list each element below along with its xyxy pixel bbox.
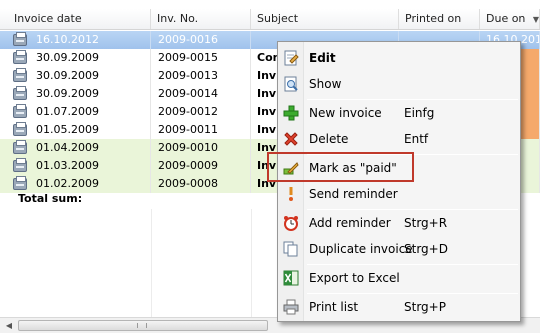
menu-item-delete[interactable]: Delete Entf (280, 127, 518, 151)
column-header-subject[interactable]: Subject (251, 9, 399, 29)
column-divider (151, 209, 152, 317)
column-header-printed-on[interactable]: Printed on (399, 9, 480, 29)
alarm-clock-icon (284, 216, 298, 231)
cell-number: 2009-0008 (151, 175, 251, 193)
menu-shortcut: Entf (404, 132, 429, 146)
menu-label: Print list (309, 300, 359, 314)
menu-separator (307, 209, 518, 210)
menu-label: Duplicate invoice (309, 242, 413, 256)
menu-item-export-excel[interactable]: Export to Excel (280, 266, 518, 290)
plus-icon (283, 105, 299, 121)
cell-date: 01.02.2009 (12, 175, 151, 193)
due-on-label: Due on (486, 12, 526, 25)
menu-label: Delete (309, 132, 349, 146)
duplicate-icon (283, 241, 298, 257)
cell-number: 2009-0016 (151, 31, 251, 49)
edit-icon (284, 50, 299, 66)
menu-separator (307, 99, 518, 100)
cell-date: 01.07.2009 (12, 103, 151, 121)
cell-number: 2009-0015 (151, 49, 251, 67)
cell-date: 01.05.2009 (12, 121, 151, 139)
cell-date: 01.03.2009 (12, 157, 151, 175)
menu-separator (307, 293, 518, 294)
column-header-inv-no[interactable]: Inv. No. (151, 9, 251, 29)
scroll-thumb[interactable] (18, 320, 268, 331)
column-header-due-on[interactable]: Due on ▼ (480, 9, 540, 29)
cell-date: 16.10.2012 (12, 31, 151, 49)
menu-shortcut: Einfg (404, 106, 435, 120)
grid-header: Invoice date Inv. No. Subject Printed on… (0, 9, 540, 30)
menu-label: Add reminder (309, 216, 391, 230)
cell-date: 30.09.2009 (12, 85, 151, 103)
cell-date: 30.09.2009 (12, 67, 151, 85)
menu-separator (307, 264, 518, 265)
delete-icon (284, 132, 298, 146)
cell-number: 2009-0013 (151, 67, 251, 85)
menu-item-print-list[interactable]: Print list Strg+P (280, 295, 518, 319)
show-icon (284, 76, 298, 92)
cell-number: 2009-0011 (151, 121, 251, 139)
menu-shortcut: Strg+R (404, 216, 448, 230)
cell-date: 30.09.2009 (12, 49, 151, 67)
menu-item-show[interactable]: Show (280, 72, 518, 96)
menu-label: Export to Excel (309, 271, 400, 285)
total-sum-label: Total sum: (18, 192, 83, 205)
menu-item-duplicate-invoice[interactable]: Duplicate invoice Strg+D (280, 237, 518, 261)
menu-label: Show (309, 77, 342, 91)
menu-label: Send reminder (309, 187, 398, 201)
reminder-icon (289, 187, 293, 201)
menu-item-new-invoice[interactable]: New invoice Einfg (280, 101, 518, 125)
menu-label: New invoice (309, 106, 382, 120)
column-divider (251, 209, 252, 317)
cell-number: 2009-0009 (151, 157, 251, 175)
menu-item-send-reminder[interactable]: Send reminder (280, 182, 518, 206)
excel-icon (283, 270, 299, 286)
menu-item-edit[interactable]: Edit (280, 46, 518, 70)
cell-number: 2009-0010 (151, 139, 251, 157)
sort-desc-icon: ▼ (532, 15, 540, 24)
cell-date: 01.04.2009 (12, 139, 151, 157)
menu-item-add-reminder[interactable]: Add reminder Strg+R (280, 211, 518, 235)
column-header-invoice-date[interactable]: Invoice date (8, 9, 151, 29)
menu-shortcut: Strg+P (404, 300, 446, 314)
printer-icon (283, 299, 299, 315)
menu-shortcut: Strg+D (404, 242, 448, 256)
scroll-left-icon[interactable]: ◀ (1, 319, 17, 333)
highlight-box (267, 152, 414, 182)
menu-label: Edit (309, 51, 336, 65)
cell-number: 2009-0014 (151, 85, 251, 103)
cell-number: 2009-0012 (151, 103, 251, 121)
